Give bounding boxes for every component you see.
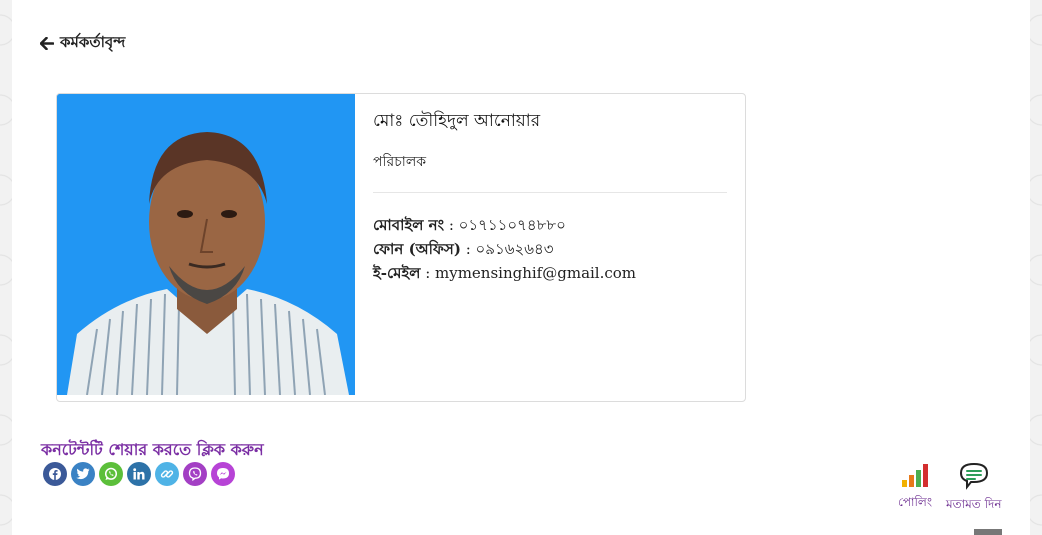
email-value: : mymensinghif@gmail.com [420, 264, 637, 282]
phone-value: : ০৯১৬২৬৪৩ [460, 240, 554, 258]
whatsapp-icon [104, 467, 118, 480]
messenger-icon [217, 468, 229, 480]
share-linkedin-button[interactable] [127, 462, 151, 486]
bar-chart-icon [902, 464, 929, 487]
arrow-left-icon [40, 37, 54, 50]
officer-photo [57, 94, 355, 395]
back-link[interactable]: কর্মকর্তাবৃন্দ [40, 31, 125, 56]
twitter-icon [76, 468, 90, 480]
email-label: ই-মেইল [373, 264, 421, 282]
scroll-to-top-button[interactable] [974, 529, 1002, 535]
share-buttons [43, 462, 235, 486]
main-content: কর্মকর্তাবৃন্দ মোঃ তৌহিদুল আনোয়ার পরিচা… [12, 0, 1030, 535]
polling-widget[interactable]: পোলিং [898, 462, 932, 514]
feedback-label: মতামত দিন [946, 497, 1002, 511]
mobile-row: মোবাইল নং : ০১৭১১০৭৪৮৮০ [373, 213, 727, 237]
right-decorative-border [1028, 0, 1042, 535]
link-icon [160, 470, 174, 478]
back-link-label: কর্মকর্তাবৃন্দ [60, 33, 126, 51]
share-whatsapp-button[interactable] [99, 462, 123, 486]
feedback-widget[interactable]: মতামত দিন [946, 462, 1002, 516]
chat-bubble-icon [959, 462, 988, 490]
linkedin-icon [133, 468, 145, 480]
phone-row: ফোন (অফিস) : ০৯১৬২৬৪৩ [373, 237, 727, 261]
facebook-icon [49, 468, 61, 480]
polling-label: পোলিং [898, 495, 933, 509]
share-messenger-button[interactable] [211, 462, 235, 486]
share-viber-button[interactable] [183, 462, 207, 486]
officer-card: মোঃ তৌহিদুল আনোয়ার পরিচালক মোবাইল নং : … [56, 93, 746, 402]
share-facebook-button[interactable] [43, 462, 67, 486]
share-twitter-button[interactable] [71, 462, 95, 486]
viber-icon [188, 467, 202, 481]
officer-designation: পরিচালক [373, 154, 427, 170]
officer-name: মোঃ তৌহিদুল আনোয়ার [373, 111, 541, 131]
mobile-label: মোবাইল নং [373, 216, 445, 234]
email-row: ই-মেইল : mymensinghif@gmail.com [373, 261, 727, 285]
phone-label: ফোন (অফিস) [373, 240, 461, 258]
mobile-value: : ০১৭১১০৭৪৮৮০ [444, 216, 566, 234]
share-copy-link-button[interactable] [155, 462, 179, 486]
officer-info: মোঃ তৌহিদুল আনোয়ার পরিচালক মোবাইল নং : … [373, 108, 727, 285]
share-title: কনটেন্টটি শেয়ার করতে ক্লিক করুন [41, 440, 264, 459]
info-divider [373, 192, 727, 193]
